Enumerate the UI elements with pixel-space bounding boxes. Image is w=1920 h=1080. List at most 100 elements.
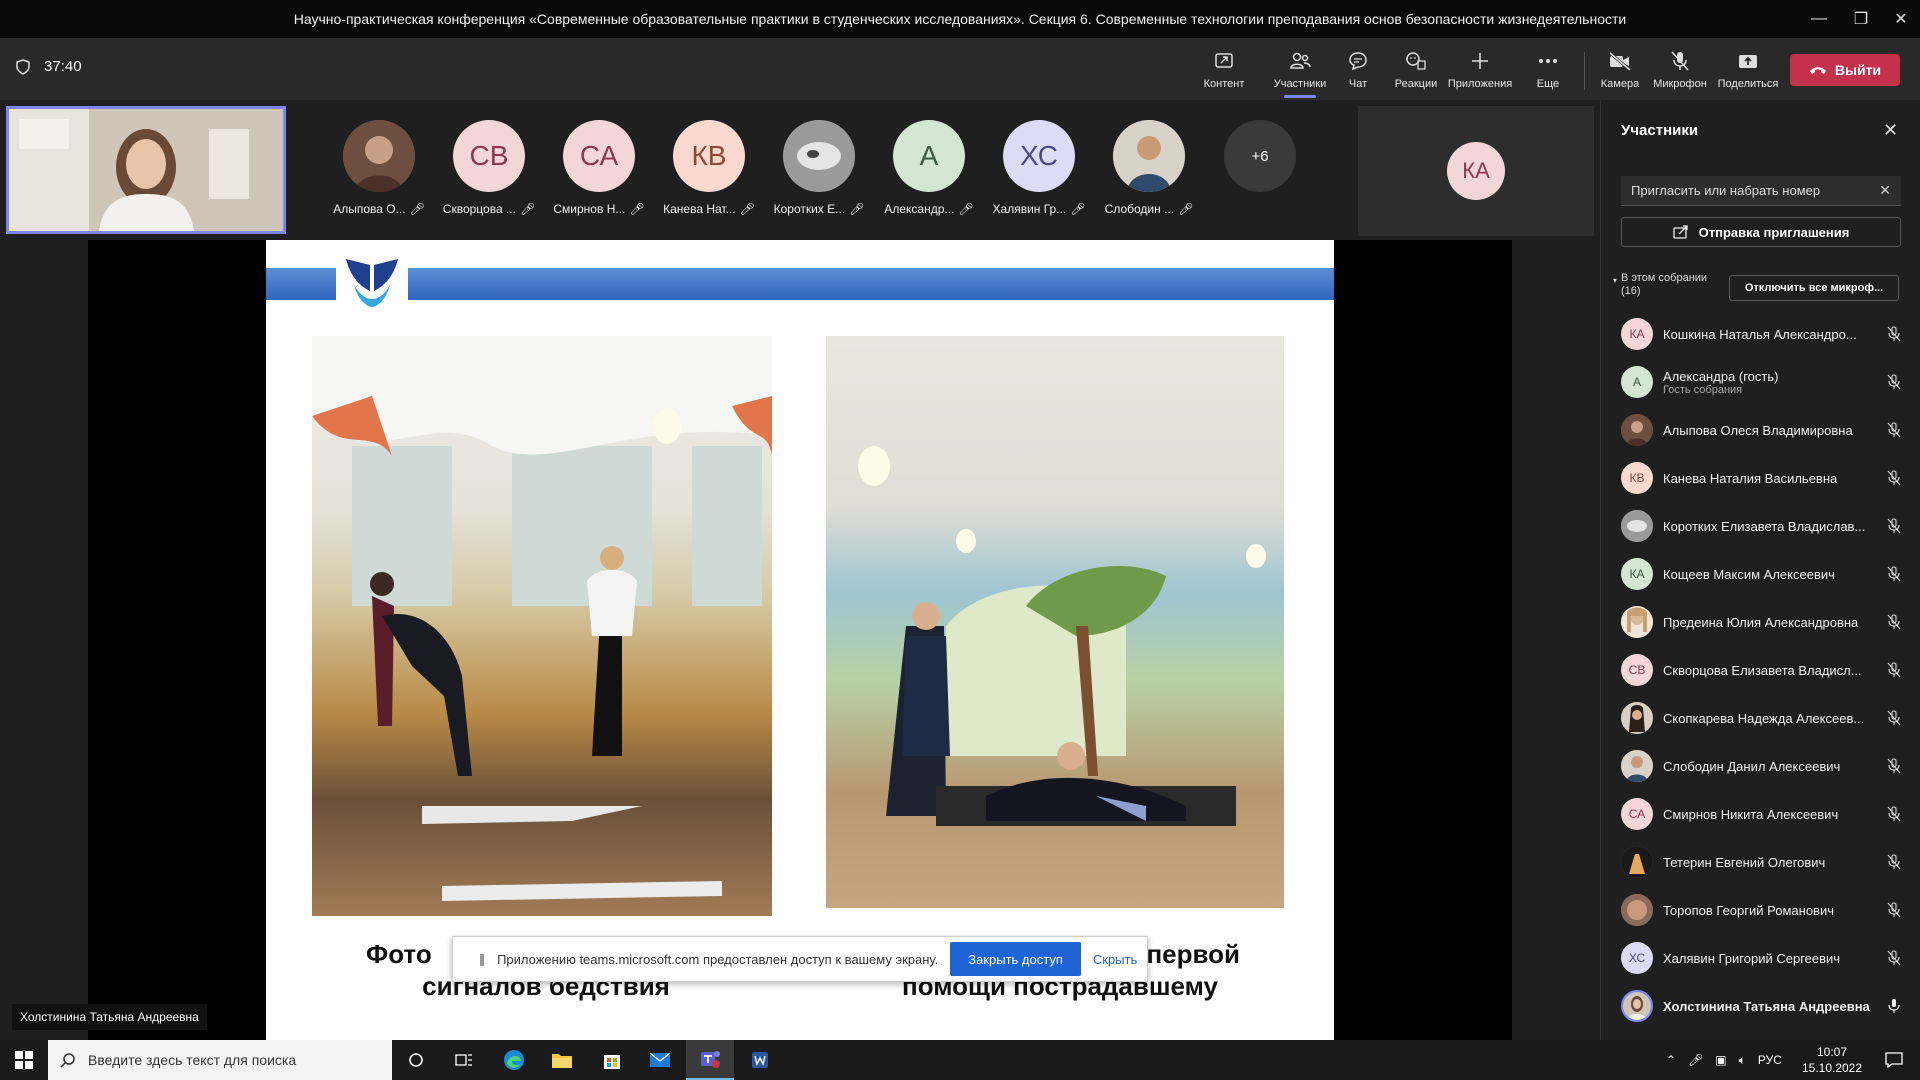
list-item[interactable]: Скопкарева Надежда Алексеев...: [1601, 694, 1920, 742]
list-item[interactable]: ХС Халявин Григорий Сергеевич: [1601, 934, 1920, 982]
network-icon[interactable]: ▣: [1715, 1053, 1726, 1067]
mic-off-icon: 🎤︎: [519, 202, 536, 216]
strip-participant-khalyavin[interactable]: ХС Халявин Гр... 🎤︎: [984, 120, 1094, 216]
slide-photo-left: [312, 336, 772, 916]
apps-label: Приложения: [1447, 78, 1513, 90]
participant-initials: СА: [563, 120, 635, 192]
mute-all-button[interactable]: Отключить все микроф...: [1729, 275, 1899, 301]
notification-icon: [1885, 1052, 1903, 1068]
word-button[interactable]: [736, 1040, 784, 1080]
stop-sharing-button[interactable]: Закрыть доступ: [950, 942, 1081, 976]
self-video-image: [9, 109, 283, 231]
self-video-tile[interactable]: [6, 106, 286, 234]
list-item[interactable]: КА Кошкина Наталья Александро...: [1601, 310, 1920, 358]
apps-button[interactable]: Приложения: [1448, 48, 1512, 96]
avatar: [1621, 702, 1653, 734]
strip-participant-skvortsova[interactable]: СВ Скворцова ... 🎤︎: [434, 120, 544, 216]
camera-button[interactable]: Камера: [1588, 48, 1652, 96]
language-indicator[interactable]: РУС: [1758, 1053, 1782, 1067]
mic-off-icon: [1887, 806, 1901, 822]
taskbar-search-input[interactable]: Введите здесь текст для поиска: [48, 1040, 392, 1080]
content-button[interactable]: Контент: [1192, 48, 1256, 96]
mic-off-icon: [1887, 614, 1901, 630]
list-item[interactable]: Тетерин Евгений Олегович: [1601, 838, 1920, 886]
file-explorer-button[interactable]: [538, 1040, 586, 1080]
list-item[interactable]: Алыпова Олеся Владимировна: [1601, 406, 1920, 454]
mic-off-icon: [1887, 902, 1901, 918]
mic-off-icon: 🎤︎: [958, 202, 974, 216]
minimize-icon[interactable]: —: [1796, 0, 1842, 38]
participants-label: Участники: [1273, 78, 1327, 90]
close-window-icon[interactable]: ✕: [1878, 0, 1920, 38]
store-icon: [604, 1055, 620, 1069]
teams-button[interactable]: [686, 1040, 734, 1080]
list-item[interactable]: Предеина Юлия Александровна: [1601, 598, 1920, 646]
drag-handle-icon[interactable]: ❚: [477, 952, 487, 966]
strip-participant-smirnov[interactable]: СА Смирнов Н... 🎤︎: [544, 120, 654, 216]
start-button[interactable]: [0, 1040, 48, 1080]
mail-button[interactable]: [636, 1040, 684, 1080]
list-item[interactable]: Холстинина Татьяна Андреевна: [1601, 982, 1920, 1030]
more-label: Еще: [1536, 78, 1560, 90]
participants-panel: Участники ✕ Пригласить или набрать номер…: [1600, 100, 1920, 1040]
share-button[interactable]: Поделиться: [1716, 48, 1780, 96]
strip-participant-korotkikh[interactable]: Коротких Е... 🎤︎: [764, 120, 874, 216]
window-title: Научно-практическая конференция «Совреме…: [293, 11, 1627, 27]
participants-button[interactable]: Участники: [1268, 48, 1332, 98]
clear-icon[interactable]: ✕: [1879, 182, 1891, 199]
list-item[interactable]: А Александра (гость) Гость собрания: [1601, 358, 1920, 406]
avatar: [1621, 510, 1653, 542]
list-item[interactable]: Коротких Елизавета Владислав...: [1601, 502, 1920, 550]
participant-photo: [1113, 120, 1185, 192]
task-view-button[interactable]: [440, 1040, 488, 1080]
close-panel-icon[interactable]: ✕: [1883, 120, 1898, 141]
strip-participant-kaneva[interactable]: КВ Канева Нат... 🎤︎: [654, 120, 764, 216]
participant-initials: СВ: [453, 120, 525, 192]
meeting-stage: Алыпова О... 🎤︎ СВ Скворцова ... 🎤︎ СА Сми…: [0, 100, 1600, 1040]
in-meeting-section-header[interactable]: ▾ В этом собрании (16): [1613, 272, 1707, 298]
list-item[interactable]: Слободин Данил Алексеевич: [1601, 742, 1920, 790]
avatar: КА: [1621, 558, 1653, 590]
share-notice-text: Приложению teams.microsoft.com предостав…: [497, 951, 939, 967]
participant-name: Канева Нат...: [663, 202, 736, 216]
hide-notice-button[interactable]: Скрыть: [1093, 952, 1137, 967]
list-item[interactable]: СА Смирнов Никита Алексеевич: [1601, 790, 1920, 838]
windows-logo-icon: [15, 1051, 33, 1069]
taskbar-clock[interactable]: 10:07 15.10.2022: [1800, 1044, 1864, 1076]
strip-participant-aleksandra[interactable]: А Александр... 🎤︎: [874, 120, 984, 216]
list-item[interactable]: КВ Канева Наталия Васильевна: [1601, 454, 1920, 502]
meeting-toolbar: 37:40 Контент Участники Чат Реакции Прил…: [0, 38, 1920, 100]
list-item[interactable]: Торопов Георгий Романович: [1601, 886, 1920, 934]
panel-title: Участники: [1621, 122, 1699, 139]
clock-date: 15.10.2022: [1801, 1061, 1863, 1075]
participant-name: Холстинина Татьяна Андреевна: [1663, 998, 1870, 1014]
university-logo: [336, 252, 408, 320]
strip-participant-alypova[interactable]: Алыпова О... 🎤︎: [324, 120, 434, 216]
reactions-button[interactable]: Реакции: [1384, 48, 1448, 96]
notifications-button[interactable]: [1870, 1040, 1918, 1080]
microphone-button[interactable]: Микрофон: [1648, 48, 1712, 96]
more-participants-button[interactable]: +6: [1224, 120, 1296, 192]
store-button[interactable]: [588, 1040, 636, 1080]
edge-icon: [504, 1050, 524, 1070]
participant-name: Коротких Елизавета Владислав...: [1663, 518, 1866, 534]
cortana-button[interactable]: [392, 1040, 440, 1080]
avatar: [1621, 606, 1653, 638]
chat-button[interactable]: Чат: [1326, 48, 1390, 96]
slide-photo-right: [826, 336, 1284, 908]
edge-button[interactable]: [490, 1040, 538, 1080]
send-invitation-button[interactable]: Отправка приглашения: [1621, 217, 1901, 247]
mic-off-icon: [1887, 710, 1901, 726]
microphone-tray-icon[interactable]: 🎤︎: [1688, 1053, 1703, 1067]
more-button[interactable]: Еще: [1516, 48, 1580, 96]
leave-button[interactable]: Выйти: [1790, 54, 1900, 86]
list-item[interactable]: КА Кощеев Максим Алексеевич: [1601, 550, 1920, 598]
participant-name: Коротких Е...: [773, 202, 846, 216]
strip-participant-slobodin[interactable]: Слободин ... 🎤︎: [1094, 120, 1204, 216]
participant-tile-ka[interactable]: КА: [1358, 106, 1594, 236]
chevron-up-icon[interactable]: ⌃: [1666, 1053, 1676, 1067]
people-icon: [1290, 52, 1311, 69]
volume-icon[interactable]: 🔈︎: [1739, 1053, 1746, 1068]
list-item[interactable]: СВ Скворцова Елизавета Владисл...: [1601, 646, 1920, 694]
invite-input[interactable]: Пригласить или набрать номер ✕: [1621, 176, 1901, 206]
